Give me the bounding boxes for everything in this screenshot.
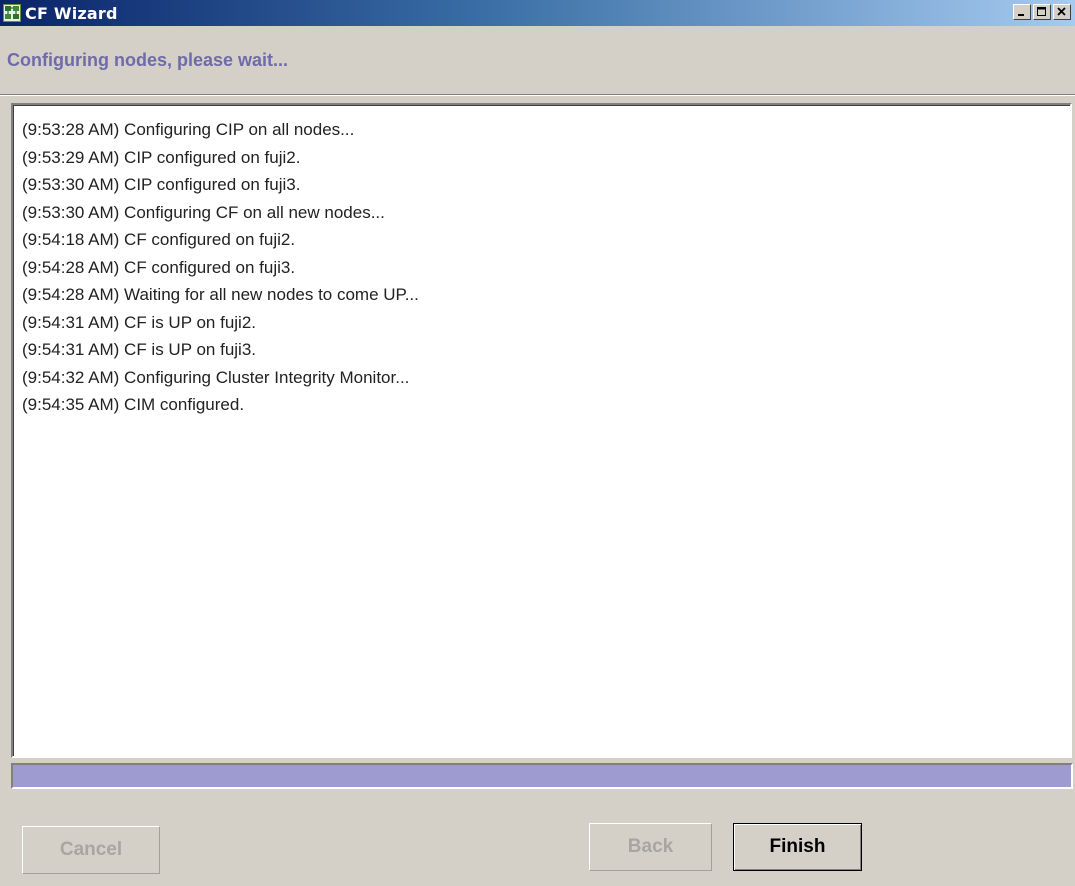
- log-line: (9:54:18 AM) CF configured on fuji2.: [22, 230, 296, 249]
- log-text-area[interactable]: (9:53:28 AM) Configuring CIP on all node…: [13, 105, 1070, 756]
- log-line: (9:53:30 AM) Configuring CF on all new n…: [22, 202, 385, 222]
- cancel-button[interactable]: Cancel: [22, 826, 160, 874]
- back-button[interactable]: Back: [589, 823, 712, 871]
- minimize-icon[interactable]: [1013, 4, 1031, 20]
- log-panel[interactable]: (9:53:28 AM) Configuring CIP on all node…: [11, 103, 1072, 758]
- log-line: (9:53:29 AM) CIP configured on fuji2.: [22, 147, 301, 167]
- progress-bar: [11, 763, 1073, 789]
- log-line: (9:54:31 AM) CF is UP on fuji2.: [22, 312, 257, 332]
- header-divider: [0, 94, 1075, 96]
- log-line: (9:54:28 AM) Waiting for all new nodes t…: [22, 285, 419, 304]
- log-line: (9:53:30 AM) CIP configured on fuji3.: [22, 175, 301, 194]
- maximize-icon[interactable]: [1033, 4, 1051, 20]
- finish-button[interactable]: Finish: [733, 823, 862, 871]
- progress-bar-fill: [13, 765, 1071, 787]
- status-title: Configuring nodes, please wait...: [7, 50, 289, 70]
- window-controls: [1013, 4, 1071, 20]
- log-line: (9:54:31 AM) CF is UP on fuji3.: [22, 340, 257, 359]
- log-line: (9:53:28 AM) Configuring CIP on all node…: [22, 120, 355, 139]
- window-title: CF Wizard: [25, 3, 118, 23]
- cf-wizard-app-icon: [3, 4, 21, 22]
- close-icon[interactable]: [1053, 4, 1071, 20]
- cf-wizard-window: CF Wizard Configuring nodes, please wait…: [0, 0, 1075, 886]
- title-bar[interactable]: CF Wizard: [0, 0, 1075, 26]
- log-line: (9:54:32 AM) Configuring Cluster Integri…: [22, 367, 410, 387]
- log-line: (9:54:35 AM) CIM configured.: [22, 395, 245, 414]
- log-line: (9:54:28 AM) CF configured on fuji3.: [22, 257, 296, 277]
- wizard-header: Configuring nodes, please wait...: [0, 26, 1075, 96]
